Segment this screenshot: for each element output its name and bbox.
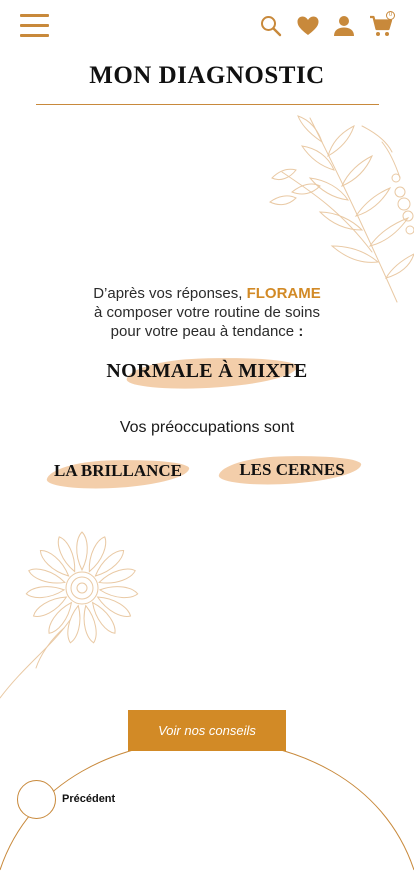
previous-button[interactable] [17, 780, 56, 819]
intro-text: D’après vos réponses, [93, 285, 247, 302]
intro-text: pour votre peau à tendance [110, 323, 299, 340]
hamburger-menu-icon[interactable] [20, 13, 49, 38]
diagnostic-intro: D’après vos réponses, FLORAME à composer… [0, 284, 414, 341]
heart-icon[interactable] [296, 14, 320, 38]
intro-text: à composer votre routine de soins [94, 304, 320, 321]
previous-label[interactable]: Précédent [62, 793, 115, 805]
cart-count-badge: 0 [386, 11, 395, 20]
header: 0 [0, 0, 414, 52]
herb-illustration [262, 112, 414, 307]
concerns-heading: Vos préoccupations sont [119, 419, 295, 436]
title-divider [36, 104, 379, 105]
bottom-arc-decoration [0, 740, 414, 896]
page-title: MON DIAGNOSTIC [89, 62, 325, 89]
search-icon[interactable] [259, 14, 283, 38]
intro-colon: : [298, 323, 304, 340]
concern-tag-brillance: LA BRILLANCE [53, 461, 182, 480]
user-icon[interactable] [332, 14, 356, 38]
concern-tag-cernes: LES CERNES [239, 460, 345, 479]
see-advice-button[interactable]: Voir nos conseils [128, 710, 286, 751]
daisy-illustration [0, 516, 155, 701]
skin-type-result: NORMALE À MIXTE [106, 360, 308, 382]
brand-name: FLORAME [246, 285, 321, 302]
